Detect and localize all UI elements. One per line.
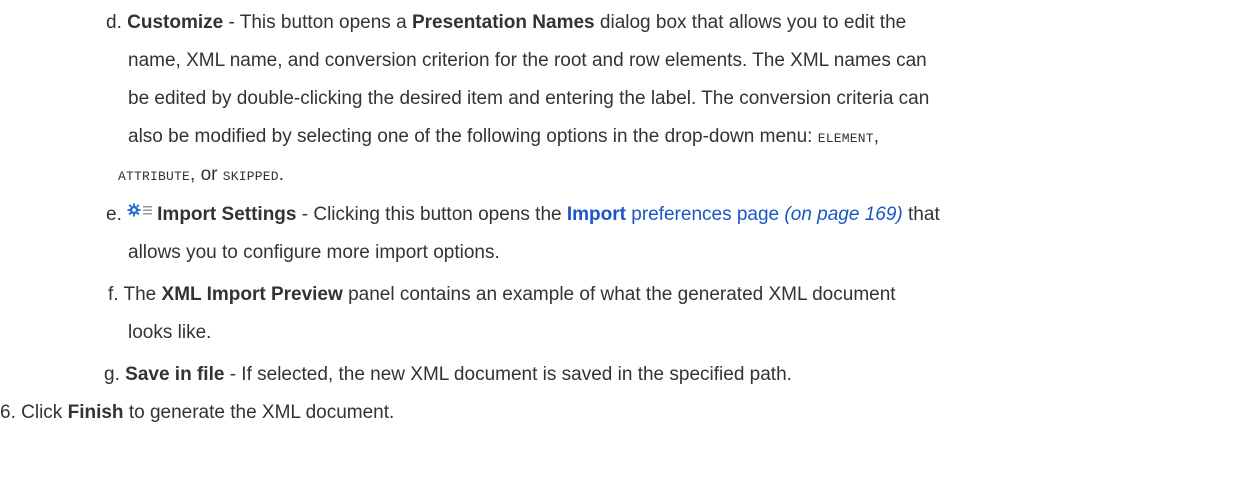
- step-6-marker: 6.: [0, 402, 16, 423]
- list-item-e-line1: e. Import Settings - Clicking this butto…: [106, 196, 940, 234]
- item-d-period: .: [278, 164, 285, 185]
- list-item-d-line3: be edited by double-clicking the desired…: [128, 88, 930, 109]
- xml-import-preview-term: XML Import Preview: [161, 284, 343, 305]
- option-skipped: SKIPPED: [222, 169, 279, 184]
- list-item-d-line2: name, XML name, and conversion criterion…: [128, 50, 927, 71]
- item-d-line4-text: also be modified by selecting one of the…: [128, 126, 818, 147]
- list-item-d-line1: d. Customize - This button opens a Prese…: [106, 4, 906, 42]
- item-d-or: , or: [190, 164, 223, 185]
- import-link-bold[interactable]: Import: [567, 204, 626, 225]
- list-item-d-line4: also be modified by selecting one of the…: [128, 118, 879, 158]
- item-d-text2: dialog box that allows you to edit the: [594, 12, 907, 33]
- option-attribute: ATTRIBUTE: [118, 169, 191, 184]
- item-d-text1: - This button opens a: [223, 12, 412, 33]
- presentation-names-term: Presentation Names: [411, 12, 595, 33]
- item-g-text1: - If selected, the new XML document is s…: [224, 364, 792, 385]
- document-body: d. Customize - This button opens a Prese…: [0, 0, 1258, 492]
- list-marker-f: f.: [108, 284, 119, 305]
- list-marker-g: g.: [104, 364, 120, 385]
- option-element: ELEMENT: [817, 131, 874, 146]
- step-6: 6. Click Finish to generate the XML docu…: [0, 394, 394, 432]
- list-marker-e: e.: [106, 204, 122, 225]
- step-6-text2: to generate the XML document.: [123, 402, 395, 423]
- list-marker-d: d.: [106, 12, 122, 33]
- list-item-f-line1: f. The XML Import Preview panel contains…: [108, 276, 896, 314]
- item-d-comma: ,: [873, 126, 880, 147]
- step-6-text1: Click: [21, 402, 68, 423]
- list-item-e-line2: allows you to configure more import opti…: [128, 242, 500, 263]
- import-preferences-link[interactable]: Import preferences page: [567, 204, 779, 225]
- settings-icon: [127, 197, 153, 217]
- customize-term: Customize: [127, 12, 224, 33]
- item-e-text2: that: [902, 204, 940, 225]
- item-f-text2: panel contains an example of what the ge…: [342, 284, 896, 305]
- import-link-rest[interactable]: preferences page: [626, 204, 779, 225]
- item-f-text1: The: [123, 284, 162, 305]
- list-item-d-line5: ATTRIBUTE, or SKIPPED.: [118, 156, 284, 196]
- list-item-g-line1: g. Save in file - If selected, the new X…: [104, 356, 792, 394]
- item-e-text1: - Clicking this button opens the: [296, 204, 567, 225]
- list-item-f-line2: looks like.: [128, 322, 212, 343]
- finish-term: Finish: [67, 402, 124, 423]
- page-reference: (on page 169): [784, 204, 903, 225]
- save-in-file-term: Save in file: [125, 364, 225, 385]
- import-settings-term: Import Settings: [157, 204, 297, 225]
